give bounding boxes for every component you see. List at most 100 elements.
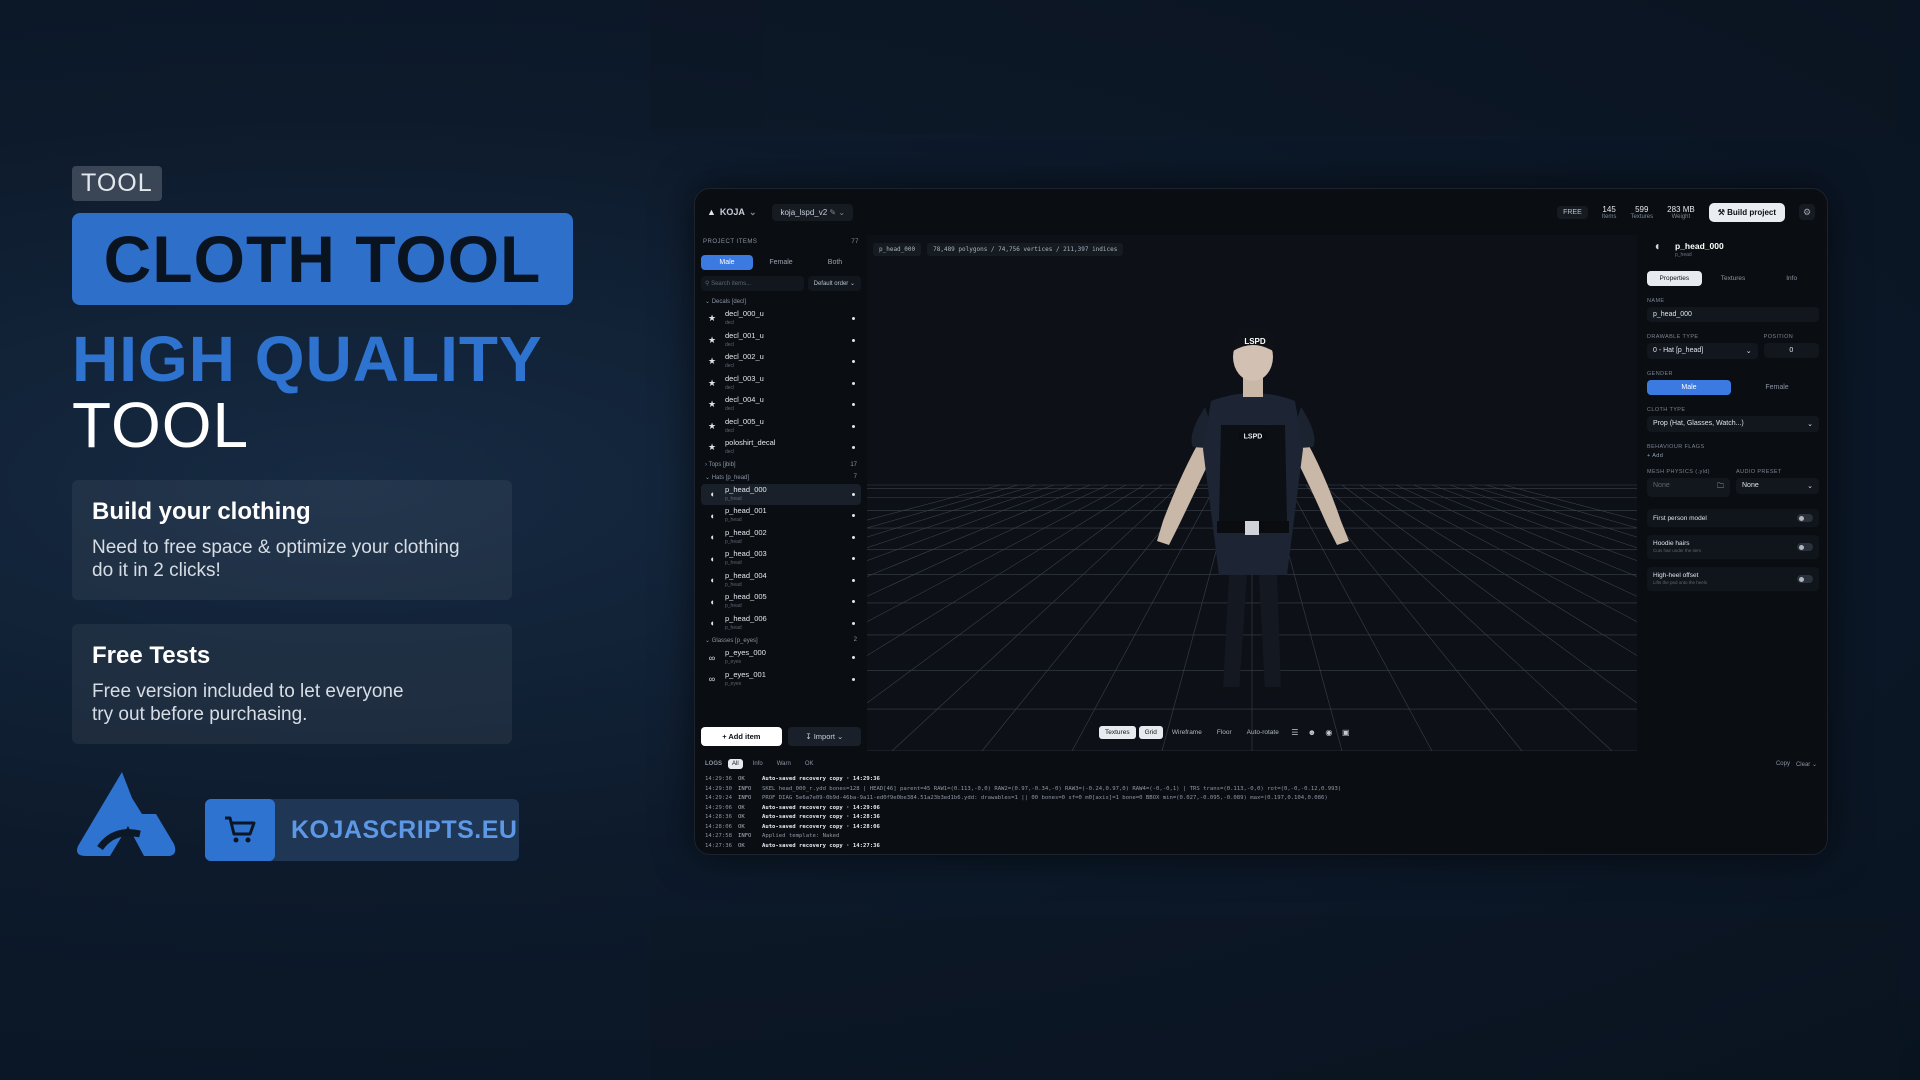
log-filter-warn[interactable]: Warn — [773, 759, 795, 769]
add-item-button[interactable]: + Add item — [701, 727, 782, 746]
group-hats[interactable]: ⌄ Hats [p_head] 7 — [701, 471, 861, 484]
list-item-label: p_head_006 p_head — [725, 613, 767, 631]
group-decals[interactable]: ⌄ Decals [decl] — [701, 295, 861, 308]
toggle-first-person[interactable]: First person model — [1647, 509, 1819, 527]
app-brand-name: KOJA — [719, 207, 745, 217]
hat-icon: ◖ — [709, 510, 715, 521]
selected-item-sub: p_head — [1675, 251, 1692, 258]
headline-high-quality: HIGH QUALITY — [72, 323, 543, 395]
tab-info[interactable]: Info — [1764, 271, 1819, 286]
gear-icon[interactable]: ⚙ — [1799, 204, 1815, 220]
list-item[interactable]: ∞ p_eyes_000 p_eyes — [701, 647, 861, 669]
toggle-textures[interactable]: Textures — [1099, 726, 1136, 739]
sliders-icon[interactable]: ☰ — [1288, 728, 1302, 737]
list-item[interactable]: ◖ p_head_000 p_head — [701, 483, 861, 505]
tab-male[interactable]: Male — [701, 255, 753, 270]
list-item[interactable]: ★ decl_003_u decl — [701, 373, 861, 395]
list-item[interactable]: ◖ p_head_003 p_head — [701, 548, 861, 570]
list-item[interactable]: ★ poloshirt_decal decl — [701, 437, 861, 459]
toggle-grid[interactable]: Grid — [1138, 726, 1163, 739]
log-filter-info[interactable]: Info — [749, 759, 767, 769]
status-dot — [852, 677, 855, 681]
hat-icon: ◖ — [709, 553, 715, 564]
add-flag-button[interactable]: + Add — [1647, 453, 1819, 459]
log-line: 14:29:30 INFO SKEL head_000_r.ydd bones=12… — [705, 785, 1342, 792]
list-item[interactable]: ∞ p_eyes_001 p_eyes — [701, 669, 861, 691]
gender-filter-tabs: Male Female Both — [701, 255, 861, 270]
list-item[interactable]: ★ decl_005_u decl — [701, 416, 861, 438]
group-tops[interactable]: › Tops [jbib] 17 — [701, 459, 861, 471]
feature-title: Free Tests — [92, 642, 211, 669]
cloth-type-select[interactable]: Prop (Hat, Glasses, Watch...) ⌄ — [1647, 416, 1819, 432]
stat-weight: 283 MB Weight — [1667, 204, 1695, 220]
search-input[interactable]: ⚲ Search items... — [701, 276, 804, 291]
audio-preset-label: AUDIO PRESET — [1736, 469, 1782, 475]
list-item[interactable]: ◖ p_head_001 p_head — [701, 505, 861, 527]
3d-viewport[interactable]: LSPD LSPD p_head_000 78,489 polygons / 7… — [867, 235, 1637, 751]
tab-properties[interactable]: Properties — [1647, 271, 1702, 286]
build-project-button[interactable]: ⚒ Build project — [1708, 202, 1785, 222]
hat-icon: ◖ — [1653, 239, 1661, 253]
hat-icon: ◖ — [709, 532, 715, 543]
log-filter-all[interactable]: All — [728, 759, 743, 769]
mesh-physics-field[interactable]: None 🗀 — [1647, 478, 1730, 497]
tab-both[interactable]: Both — [809, 255, 861, 270]
panel-title: PROJECT ITEMS — [703, 239, 758, 245]
camera-icon[interactable]: ◉ — [1322, 728, 1336, 737]
person-icon[interactable]: ☻ — [1305, 728, 1319, 737]
drawable-type-label: DRAWABLE TYPE — [1647, 334, 1699, 340]
copy-logs-button[interactable]: Copy — [1776, 761, 1790, 767]
stat-textures: 599 Textures — [1630, 204, 1654, 220]
audio-preset-select[interactable]: None ⌄ — [1736, 478, 1819, 494]
drawable-row: DRAWABLE TYPE 0 - Hat [p_head] ⌄ POSITION… — [1647, 334, 1819, 371]
toggle-hoodie-hairs[interactable]: Hoodie hairs Cuts hair under the item — [1647, 535, 1819, 559]
order-select[interactable]: Default order ⌄ — [807, 276, 861, 291]
toggle-wireframe[interactable]: Wireframe — [1166, 726, 1208, 739]
project-selector[interactable]: koja_lspd_v2 ✎ ⌄ — [772, 203, 854, 221]
chevron-down-icon: ⌄ — [748, 206, 757, 217]
log-line: 14:28:06 OK Auto-saved recovery copy · 14:… — [705, 823, 880, 830]
toggle-floor[interactable]: Floor — [1211, 726, 1238, 739]
list-item[interactable]: ★ decl_000_u decl — [701, 308, 861, 330]
list-item[interactable]: ◖ p_head_005 p_head — [701, 591, 861, 613]
log-filter-ok[interactable]: OK — [801, 759, 818, 769]
list-item[interactable]: ★ decl_001_u decl — [701, 330, 861, 352]
list-item[interactable]: ◖ p_head_004 p_head — [701, 570, 861, 592]
clear-logs-button[interactable]: Clear ⌄ — [1796, 761, 1817, 768]
viewport-info: p_head_000 78,489 polygons / 74,756 vert… — [873, 243, 1124, 256]
list-item-label: poloshirt_decal decl — [725, 438, 776, 456]
shop-link-button[interactable]: KOJASCRIPTS.EU — [205, 799, 519, 861]
import-button[interactable]: ↧ Import ⌄ — [787, 727, 861, 746]
gender-female[interactable]: Female — [1735, 380, 1819, 395]
screen-icon[interactable]: ▣ — [1339, 728, 1353, 737]
list-item-label: p_head_003 p_head — [725, 549, 767, 567]
gender-male[interactable]: Male — [1647, 380, 1731, 395]
toggle-auto-rotate[interactable]: Auto-rotate — [1241, 726, 1285, 739]
list-item[interactable]: ◖ p_head_006 p_head — [701, 613, 861, 635]
switch[interactable] — [1797, 543, 1813, 551]
list-item[interactable]: ◖ p_head_002 p_head — [701, 527, 861, 549]
group-glasses[interactable]: ⌄ Glasses [p_eyes] 2 — [701, 634, 861, 647]
list-item[interactable]: ★ decl_004_u decl — [701, 394, 861, 416]
status-dot — [852, 446, 855, 450]
pencil-icon: ✎ ⌄ — [829, 207, 846, 217]
viewport-toolbar: Textures Grid Wireframe Floor Auto-rotat… — [1099, 726, 1353, 739]
drawable-type-select[interactable]: 0 - Hat [p_head] ⌄ — [1647, 343, 1758, 359]
viewport-geometry-stats: 78,489 polygons / 74,756 vertices / 211,… — [927, 243, 1124, 256]
app-brand[interactable]: ▲ KOJA ⌄ — [707, 207, 756, 218]
toggle-high-heel[interactable]: High-heel offset Lifts the ped onto the h… — [1647, 567, 1819, 591]
glasses-icon: ∞ — [708, 674, 716, 685]
switch[interactable] — [1797, 575, 1813, 583]
list-item[interactable]: ★ decl_002_u decl — [701, 351, 861, 373]
list-item-label: p_head_001 p_head — [725, 506, 767, 524]
position-field[interactable]: 0 — [1763, 343, 1819, 358]
free-badge: FREE — [1557, 205, 1588, 219]
tab-female[interactable]: Female — [755, 255, 807, 270]
name-field[interactable]: p_head_000 — [1647, 307, 1819, 322]
switch[interactable] — [1797, 514, 1813, 522]
folder-icon: 🗀 — [1717, 483, 1724, 490]
status-dot — [852, 403, 855, 407]
tab-textures[interactable]: Textures — [1706, 271, 1761, 286]
feature-card-free: Free Tests Free version included to let … — [72, 624, 512, 744]
panel-count: 77 — [851, 239, 859, 245]
